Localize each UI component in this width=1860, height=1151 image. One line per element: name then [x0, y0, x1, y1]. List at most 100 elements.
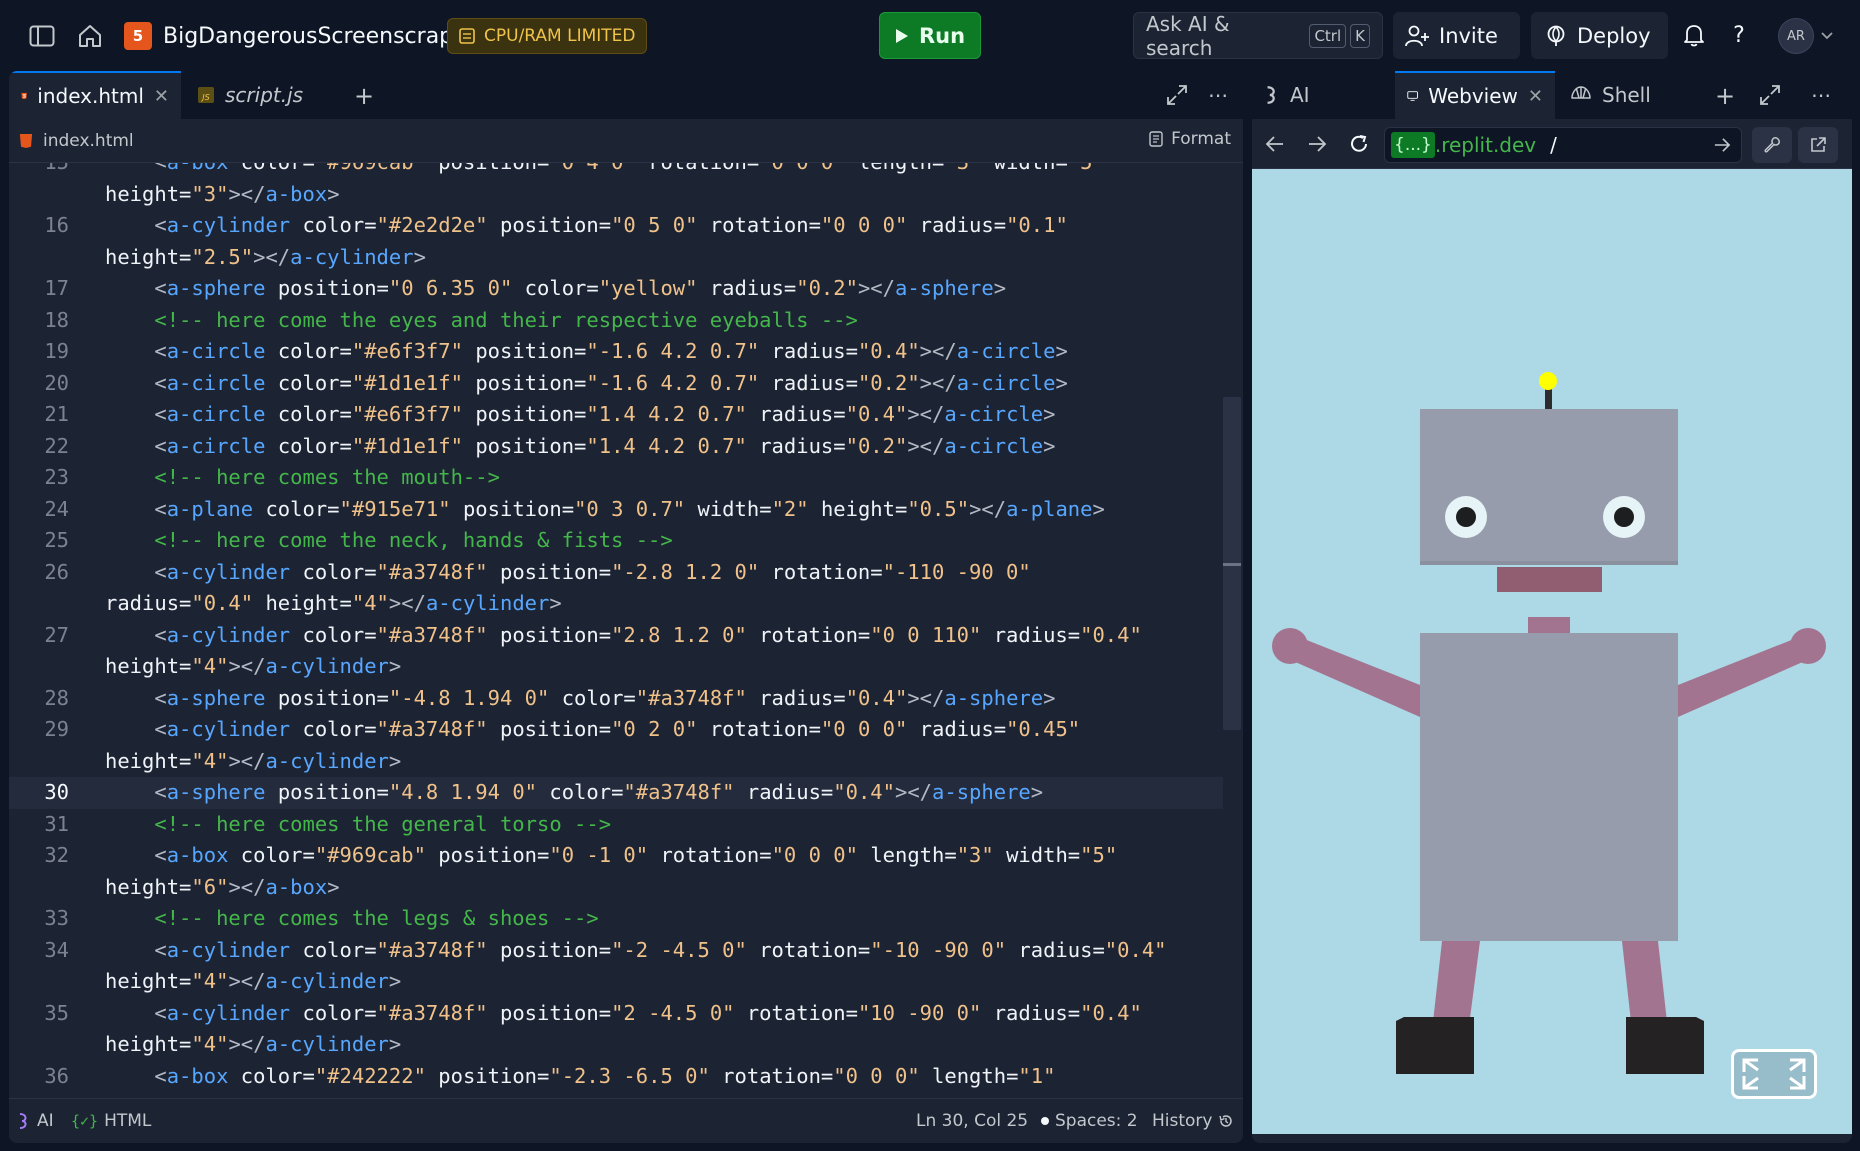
status-cursor[interactable]: Ln 30, Col 25 [916, 1111, 1028, 1131]
code-line: 25 <!-- here come the neck, hands & fist… [44, 528, 673, 552]
format-button[interactable]: Format [1149, 129, 1231, 149]
code-line: 22 <a-circle color="#1d1e1f" position="1… [44, 433, 1056, 458]
html5-icon: 5 [124, 22, 152, 50]
reload-icon[interactable] [1346, 131, 1372, 157]
deploy-button[interactable]: Deploy [1531, 12, 1668, 59]
deploy-icon [1547, 25, 1565, 46]
invite-label: Invite [1439, 23, 1498, 48]
url-input[interactable]: {...} .replit.dev / [1384, 127, 1742, 163]
robot-torso [1420, 633, 1678, 941]
code-line: 33 <!-- here comes the legs & shoes --> [44, 906, 599, 930]
code-line: height="4"></a-cylinder> [105, 969, 402, 993]
url-path[interactable]: / [1550, 133, 1557, 157]
html5-icon [21, 92, 27, 100]
robot-head [1420, 409, 1678, 565]
breadcrumb: index.html Format [9, 119, 1243, 163]
code-line: 34 <a-cylinder color="#a3748f" position=… [44, 937, 1167, 962]
code-line: height="6"></a-box> [105, 874, 340, 899]
preview-tab-bar: AI Webview ✕ Shell + ⋯ [1252, 71, 1852, 119]
code-line: 23 <!-- here comes the mouth--> [44, 465, 500, 489]
code-line: 17 <a-sphere position="0 6.35 0" color="… [44, 276, 1007, 300]
code-line: 26 <a-cylinder color="#a3748f" position=… [44, 559, 1031, 584]
status-bar: AI {✓} HTML Ln 30, Col 25 Spaces: 2 Hist… [9, 1098, 1243, 1143]
sidebar-toggle-icon[interactable] [26, 20, 58, 52]
more-icon[interactable]: ⋯ [1205, 83, 1231, 107]
expand-icon[interactable] [1758, 83, 1782, 107]
wrench-icon [1764, 137, 1780, 153]
expand-icon[interactable] [1165, 83, 1189, 107]
tab-ai[interactable]: AI [1252, 71, 1392, 119]
robot-shoe-left [1396, 1017, 1474, 1074]
url-host: {...} .replit.dev [1391, 132, 1536, 158]
status-spaces[interactable]: Spaces: 2 [1041, 1111, 1138, 1131]
external-link-icon [1811, 137, 1826, 152]
avatar[interactable]: AR [1778, 18, 1814, 54]
code-line: 35 <a-cylinder color="#a3748f" position=… [44, 1000, 1142, 1025]
status-history[interactable]: History [1152, 1111, 1234, 1131]
ai-icon [1267, 86, 1275, 104]
invite-button[interactable]: Invite [1393, 12, 1520, 59]
svg-text:JS: JS [200, 93, 209, 102]
robot-fist-left [1272, 628, 1308, 664]
scrollbar-marker [1223, 563, 1241, 566]
code-line: height="4"></a-cylinder> [105, 1032, 402, 1056]
bell-icon[interactable] [1677, 18, 1711, 52]
code-line: 18 <!-- here come the eyes and their res… [44, 307, 858, 332]
repl-name[interactable]: BigDangerousScreenscraper [163, 18, 476, 54]
url-host-label: .replit.dev [1434, 133, 1537, 157]
tab-shell[interactable]: Shell [1558, 71, 1678, 119]
go-arrow-icon[interactable] [1710, 133, 1734, 157]
code-line: 31 <!-- here comes the general torso --> [44, 811, 612, 836]
status-cursor-label: Ln 30, Col 25 [916, 1111, 1029, 1131]
arrow-right-icon[interactable] [1304, 131, 1330, 157]
status-ai-label: AI [37, 1111, 54, 1131]
code-line: 19 <a-circle color="#e6f3f7" position="-… [44, 339, 1068, 363]
home-icon[interactable] [74, 20, 106, 52]
format-label: Format [1171, 129, 1231, 149]
code-line-active: 30 <a-sphere position="4.8 1.94 0" color… [9, 777, 1223, 809]
dot-icon [1041, 1117, 1049, 1125]
status-spaces-label: Spaces: 2 [1055, 1111, 1138, 1131]
url-badge: {...} [1391, 132, 1435, 158]
ask-ai-search[interactable]: Ask AI & search Ctrl K [1133, 12, 1383, 60]
tab-script-js[interactable]: JS script.js [185, 71, 335, 119]
close-icon[interactable]: ✕ [1528, 86, 1543, 107]
add-tab-icon[interactable]: + [349, 81, 379, 111]
ai-icon [19, 1113, 27, 1129]
arrow-left-icon[interactable] [1262, 131, 1288, 157]
code-line: 28 <a-sphere position="-4.8 1.94 0" colo… [44, 685, 1056, 710]
fullscreen-button[interactable] [1731, 1049, 1817, 1099]
run-button[interactable]: Run [879, 12, 981, 59]
code-line: height="3"></a-box> [105, 181, 340, 206]
top-bar: 5 BigDangerousScreenscraper CPU/RAM LIMI… [0, 0, 1860, 71]
close-icon[interactable]: ✕ [154, 86, 169, 107]
help-button[interactable]: ? [1722, 18, 1756, 52]
fullscreen-icon [1742, 1058, 1806, 1090]
code-editor[interactable]: 15 <a-box color="#969cab" position="0 4 … [9, 163, 1243, 1098]
breadcrumb-file[interactable]: index.html [43, 131, 134, 151]
code-line: height="4"></a-cylinder> [105, 654, 402, 678]
editor-scrollbar[interactable] [1223, 163, 1241, 1098]
robot-antenna-ball [1539, 372, 1557, 390]
html5-icon [19, 133, 33, 148]
status-ai-button[interactable]: AI [17, 1111, 54, 1131]
editor-pane: index.html ✕ JS script.js + ⋯ index.html… [9, 71, 1243, 1143]
add-tab-icon[interactable]: + [1710, 81, 1740, 111]
tab-webview[interactable]: Webview ✕ [1395, 71, 1555, 119]
webview-canvas[interactable] [1252, 169, 1852, 1134]
resource-limit-badge[interactable]: CPU/RAM LIMITED [447, 18, 647, 54]
status-language[interactable]: {✓} HTML [71, 1111, 151, 1131]
open-new-tab-button[interactable] [1798, 127, 1838, 163]
braces-icon: {✓} [71, 1112, 99, 1130]
tab-index-html[interactable]: index.html ✕ [9, 71, 181, 119]
chevron-down-icon[interactable] [1819, 26, 1835, 44]
more-icon[interactable]: ⋯ [1808, 83, 1834, 107]
code-line: radius="0.4" height="4"></a-cylinder> [105, 591, 562, 615]
status-language-label: HTML [104, 1111, 152, 1131]
status-history-label: History [1152, 1111, 1213, 1131]
history-icon [1219, 1115, 1233, 1127]
kbd-ctrl: Ctrl [1309, 23, 1347, 48]
devtools-button[interactable] [1752, 127, 1792, 163]
monitor-icon [1407, 91, 1418, 101]
code-line: 36 <a-box color="#242222" position="-2.3… [44, 1063, 1056, 1088]
